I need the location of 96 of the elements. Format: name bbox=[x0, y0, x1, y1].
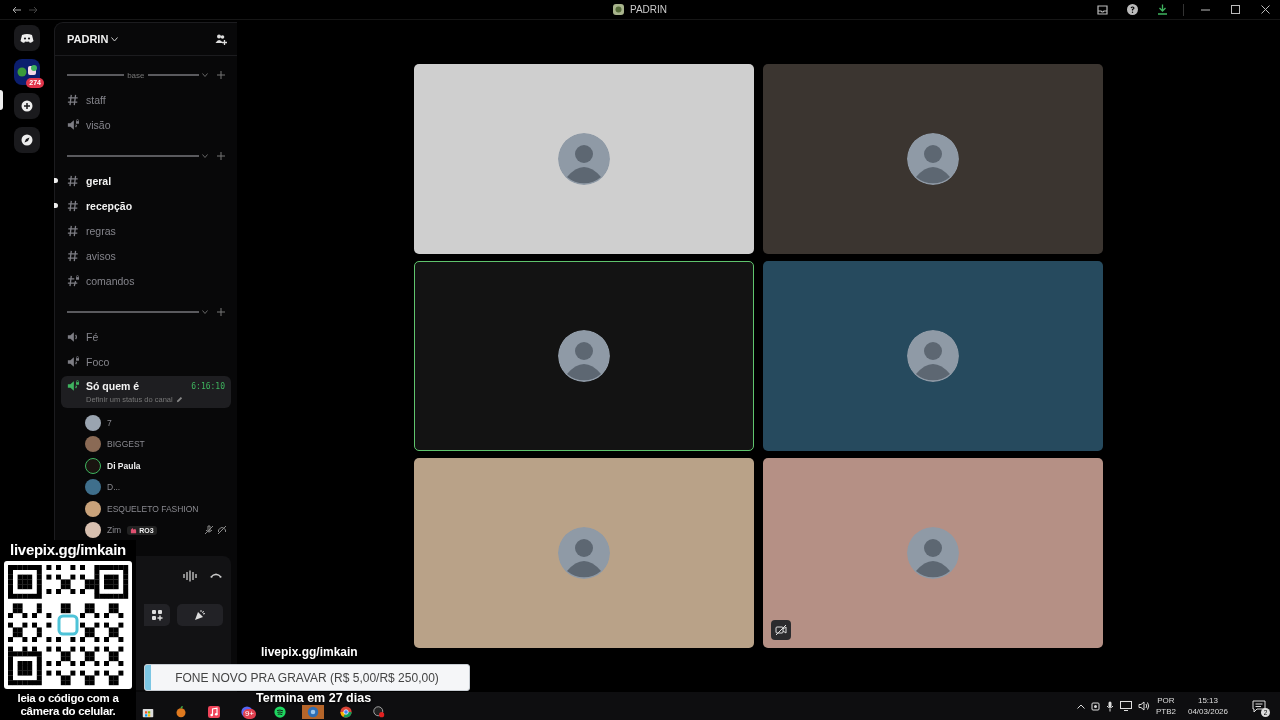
explore-button[interactable] bbox=[14, 127, 40, 153]
inbox-icon bbox=[1096, 4, 1108, 15]
music-note-icon bbox=[208, 706, 220, 718]
server-icon bbox=[612, 4, 624, 15]
sound-wave-icon[interactable] bbox=[183, 570, 197, 582]
notification-icon bbox=[1252, 699, 1266, 713]
download-icon bbox=[1156, 4, 1168, 15]
channel-name: staff bbox=[86, 93, 106, 106]
microphone-icon[interactable] bbox=[1105, 700, 1114, 712]
add-server-button[interactable] bbox=[14, 93, 40, 119]
channel-name: Foco bbox=[86, 355, 110, 368]
minimize-icon bbox=[1200, 8, 1210, 11]
channel-name: regras bbox=[86, 224, 116, 237]
plus-icon[interactable] bbox=[217, 152, 225, 160]
call-timer: 6:16:10 bbox=[191, 381, 225, 391]
home-button[interactable] bbox=[14, 25, 40, 51]
plus-icon bbox=[21, 100, 33, 112]
avatar bbox=[558, 329, 610, 382]
channel-item[interactable]: comandos bbox=[55, 268, 237, 293]
maximize-icon bbox=[1230, 5, 1240, 14]
chevron-icon[interactable] bbox=[202, 154, 208, 158]
clock-time[interactable]: 15:13 bbox=[1197, 695, 1218, 706]
avatar bbox=[558, 526, 610, 579]
add-member-icon[interactable] bbox=[215, 33, 227, 45]
member-name[interactable]: ESQUELETO FASHION bbox=[107, 503, 199, 514]
channel-item[interactable]: regras bbox=[55, 218, 237, 243]
channel-name: geral bbox=[86, 174, 112, 187]
help-icon bbox=[1126, 4, 1138, 15]
party-popper-icon bbox=[194, 609, 206, 621]
video-tile[interactable] bbox=[414, 63, 754, 254]
chevron-icon[interactable] bbox=[202, 310, 208, 314]
plus-icon[interactable] bbox=[217, 71, 225, 79]
network-icon[interactable] bbox=[1119, 701, 1132, 711]
avatar bbox=[558, 132, 610, 185]
activities-button[interactable] bbox=[144, 604, 170, 626]
input-language[interactable]: POR bbox=[1157, 695, 1175, 706]
store-icon bbox=[142, 706, 154, 718]
channel-item[interactable]: Fé bbox=[55, 324, 237, 349]
selection-indicator bbox=[0, 90, 3, 110]
camera-icon[interactable] bbox=[1090, 700, 1100, 712]
avatar bbox=[907, 132, 959, 185]
volume-icon[interactable] bbox=[1137, 701, 1150, 711]
clock-date[interactable]: 04/03/2026 bbox=[1187, 706, 1228, 717]
close-icon bbox=[1260, 5, 1270, 14]
video-tile[interactable] bbox=[414, 260, 754, 451]
qr-caption: leia o código com a câmera do celular. bbox=[16, 692, 120, 718]
fruit-icon bbox=[175, 706, 187, 718]
taskbar-app[interactable]: 9+ bbox=[236, 705, 258, 719]
record-icon bbox=[373, 706, 385, 718]
video-tile[interactable] bbox=[763, 260, 1103, 451]
channel-item[interactable]: Foco bbox=[55, 349, 237, 374]
member-name[interactable]: 7 bbox=[107, 417, 112, 428]
controller-icon bbox=[20, 32, 34, 44]
avatar bbox=[907, 526, 959, 579]
channel-name: Fé bbox=[86, 330, 99, 343]
chevron-icon[interactable] bbox=[202, 73, 208, 77]
channel-name: visão bbox=[86, 118, 111, 131]
channel-item[interactable]: staff bbox=[55, 87, 237, 112]
plus-icon[interactable] bbox=[217, 308, 225, 316]
hand-icon bbox=[130, 526, 138, 534]
member-name[interactable]: Di Paula bbox=[107, 460, 141, 471]
member-name[interactable]: BIGGEST bbox=[107, 439, 145, 450]
soundboard-button[interactable] bbox=[177, 604, 223, 626]
camera-off-icon bbox=[775, 623, 787, 636]
channel-item[interactable]: geral bbox=[55, 168, 237, 193]
video-tile[interactable] bbox=[763, 457, 1103, 648]
channel-name: comandos bbox=[86, 274, 135, 287]
camera-off-button[interactable] bbox=[771, 619, 791, 640]
channel-name: recepção bbox=[86, 199, 133, 212]
member-name[interactable]: D... bbox=[107, 482, 121, 493]
category-divider bbox=[67, 74, 125, 76]
channel-name: Só quem é bbox=[86, 380, 141, 392]
compass-icon bbox=[21, 134, 33, 146]
ring-disc-icon bbox=[307, 706, 319, 718]
notification-badge: 9+ bbox=[242, 709, 256, 719]
apps-icon bbox=[151, 609, 163, 621]
chevron-down-icon[interactable] bbox=[111, 36, 119, 42]
channel-item[interactable]: avisos bbox=[55, 243, 237, 268]
server-name[interactable]: PADRIN bbox=[67, 33, 109, 45]
video-tile[interactable] bbox=[414, 457, 754, 648]
window-title: PADRIN bbox=[629, 4, 667, 15]
goal-deadline: Termina em 27 dias bbox=[256, 692, 372, 705]
member-name[interactable]: Zim bbox=[107, 525, 122, 536]
video-tile[interactable] bbox=[763, 63, 1103, 254]
avatar bbox=[907, 329, 959, 382]
browser-icon bbox=[340, 706, 352, 718]
channel-item[interactable]: visão bbox=[55, 112, 237, 137]
pencil-icon[interactable] bbox=[175, 396, 183, 403]
channel-name: avisos bbox=[86, 249, 116, 262]
server-icons-drawing bbox=[16, 65, 38, 79]
category-name[interactable]: base bbox=[127, 70, 145, 80]
goal-text: FONE NOVO PRA GRAVAR (R$ 5,00/R$ 250,00) bbox=[175, 670, 439, 685]
chevron-up-icon[interactable] bbox=[1076, 703, 1085, 709]
channel-item[interactable]: recepção bbox=[55, 193, 237, 218]
back-arrow-icon[interactable] bbox=[12, 5, 22, 14]
keyboard-layout[interactable]: PTB2 bbox=[1155, 706, 1176, 717]
